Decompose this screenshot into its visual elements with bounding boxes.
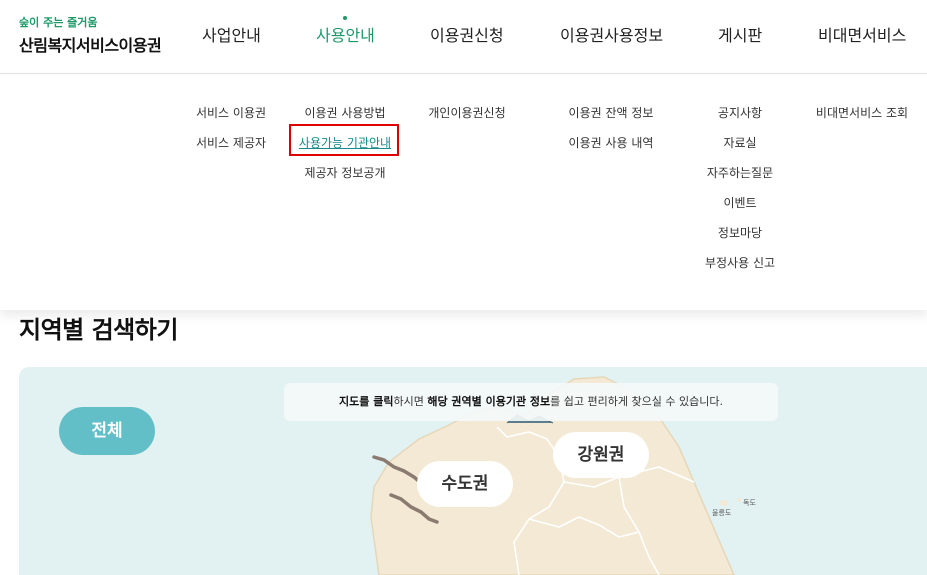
- submenu-voucher-how-to-use[interactable]: 이용권 사용방법: [304, 104, 385, 121]
- submenu-usage-history[interactable]: 이용권 사용 내역: [569, 134, 654, 151]
- section-title: 지역별 검색하기: [19, 316, 178, 344]
- ulleungdo-label: 울릉도: [712, 509, 732, 517]
- submenu-events[interactable]: 이벤트: [723, 194, 756, 211]
- submenu-service-provider[interactable]: 서비스 제공자: [196, 134, 266, 151]
- map-info-banner: 지도를 클릭하시면 해당 권역별 이용기관 정보를 쉽고 편리하게 찾으실 수 …: [284, 383, 778, 421]
- submenu-info-plaza[interactable]: 정보마당: [718, 224, 762, 241]
- submenu-personal-apply[interactable]: 개인이용권신청: [428, 104, 505, 121]
- nav-usage-guide[interactable]: 사용안내: [316, 16, 375, 46]
- info-bold: 해당 권역별 이용기관 정보: [427, 395, 551, 408]
- nav-voucher-usage-info[interactable]: 이용권사용정보: [560, 22, 663, 46]
- highlight-box: [289, 124, 399, 156]
- submenu-faq[interactable]: 자주하는질문: [707, 164, 773, 181]
- submenu-service-voucher[interactable]: 서비스 이용권: [196, 104, 266, 121]
- submenu-balance-info[interactable]: 이용권 잔액 정보: [569, 104, 654, 121]
- submenu-resources[interactable]: 자료실: [723, 134, 756, 151]
- info-suffix: 를 쉽고 편리하게 찾으실 수 있습니다.: [550, 395, 723, 408]
- active-indicator-dot: [343, 16, 348, 20]
- region-capital-button[interactable]: 수도권: [417, 461, 513, 507]
- region-map: 지도를 클릭하시면 해당 권역별 이용기관 정보를 쉽고 편리하게 찾으실 수 …: [19, 367, 927, 575]
- site-header: 숲이 주는 즐거움 산림복지서비스이용권 사업안내 사용안내 이용권신청 이용권…: [0, 0, 927, 74]
- submenu-notices[interactable]: 공지사항: [718, 104, 762, 121]
- nav-voucher-apply[interactable]: 이용권신청: [430, 22, 504, 46]
- info-mid: 하시면: [393, 395, 428, 408]
- submenu-provider-disclosure[interactable]: 제공자 정보공개: [304, 164, 385, 181]
- submenu-contactless-lookup[interactable]: 비대면서비스 조회: [816, 104, 908, 121]
- nav-contactless-service[interactable]: 비대면서비스: [818, 22, 906, 46]
- dokdo-label: 독도: [743, 499, 756, 507]
- nav-usage-guide-label: 사용안내: [316, 26, 375, 45]
- submenu-misuse-report[interactable]: 부정사용 신고: [705, 254, 775, 271]
- logo-title[interactable]: 산림복지서비스이용권: [19, 32, 162, 56]
- nav-business-info[interactable]: 사업안내: [202, 22, 261, 46]
- info-prefix: 지도를 클릭: [339, 395, 394, 408]
- all-regions-button[interactable]: 전체: [59, 407, 155, 455]
- region-gangwon-button[interactable]: 강원권: [553, 432, 649, 478]
- logo-tagline[interactable]: 숲이 주는 즐거움: [19, 14, 98, 30]
- mega-dropdown-menu: 서비스 이용권 서비스 제공자 이용권 사용방법 사용가능 기관안내 제공자 정…: [0, 75, 927, 310]
- nav-board[interactable]: 게시판: [718, 22, 762, 46]
